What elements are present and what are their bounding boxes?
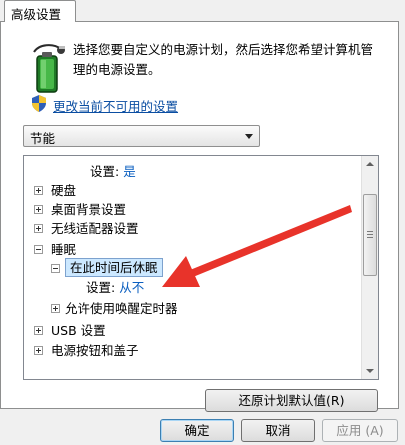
grip-line [367,234,373,235]
tree-item-label: USB 设置 [51,323,106,338]
tree-scrollbar[interactable] [361,156,378,379]
ok-button[interactable]: 确定 [160,419,234,442]
settings-panel: 选择您要自定义的电源计划，然后选择您希望计算机管理的电源设置。 更改当前不可用的… [0,21,399,412]
tree-row-setting: 设置: 是 [90,162,136,181]
setting-label: 设置: [86,280,116,295]
grip-line [367,231,373,232]
tree-item-label: 允许使用唤醒定时器 [65,301,178,316]
expand-icon[interactable] [34,224,43,233]
arrow-down-icon [366,369,374,373]
description-text: 选择您要自定义的电源计划，然后选择您希望计算机管理的电源设置。 [73,42,374,77]
scroll-down-button[interactable] [362,362,378,379]
setting-value-never[interactable]: 从不 [119,280,144,295]
tree-item-label: 无线适配器设置 [51,221,139,236]
tree-item-sleep-after[interactable]: 在此时间后休眠 [51,258,351,278]
chevron-down-icon [245,134,253,139]
tree-item-label: 电源按钮和盖子 [51,343,139,358]
settings-tree[interactable]: 设置: 是 硬盘 桌面背景设置 无线适配器设置 睡眠 在此时间后休眠 设置: 从… [23,155,379,380]
tree-item-label: 硬盘 [51,183,77,198]
setting-value[interactable]: 是 [123,164,136,179]
uac-shield-icon [32,95,46,112]
power-plan-value: 节能 [30,131,56,146]
tree-item-hard-disk[interactable]: 硬盘 [34,181,354,200]
expand-icon[interactable] [34,186,43,195]
apply-button[interactable]: 应用 (A) [322,419,398,442]
tree-item-wireless-adapter[interactable]: 无线适配器设置 [34,219,354,238]
tree-item-label-selected: 在此时间后休眠 [65,258,163,277]
power-plan-icon [33,44,65,93]
expand-icon[interactable] [34,346,43,355]
expand-icon[interactable] [34,326,43,335]
tree-item-power-buttons[interactable]: 电源按钮和盖子 [34,341,354,360]
scroll-up-button[interactable] [362,156,378,173]
tree-item-usb[interactable]: USB 设置 [34,321,354,340]
arrow-up-icon [366,162,374,166]
expand-icon[interactable] [51,304,60,313]
expand-icon[interactable] [34,205,43,214]
grip-line [367,237,373,238]
tree-item-label: 桌面背景设置 [51,202,127,217]
setting-label: 设置: [90,164,120,179]
tree-item-wake-timers[interactable]: 允许使用唤醒定时器 [51,299,351,318]
collapse-icon[interactable] [34,245,43,254]
tree-item-sleep[interactable]: 睡眠 [34,240,354,259]
cancel-button[interactable]: 取消 [241,419,315,442]
change-unavailable-settings-link[interactable]: 更改当前不可用的设置 [53,96,178,115]
tree-item-desktop-background[interactable]: 桌面背景设置 [34,200,354,219]
restore-defaults-button[interactable]: 还原计划默认值(R) [205,389,378,412]
collapse-icon[interactable] [51,264,60,273]
tree-row-setting-never: 设置: 从不 [86,278,144,297]
tab-advanced-settings[interactable]: 高级设置 [4,0,76,22]
tab-label: 高级设置 [11,7,62,22]
power-plan-select[interactable]: 节能 [23,125,260,147]
scroll-thumb[interactable] [363,194,377,276]
tree-item-label: 睡眠 [51,242,77,257]
